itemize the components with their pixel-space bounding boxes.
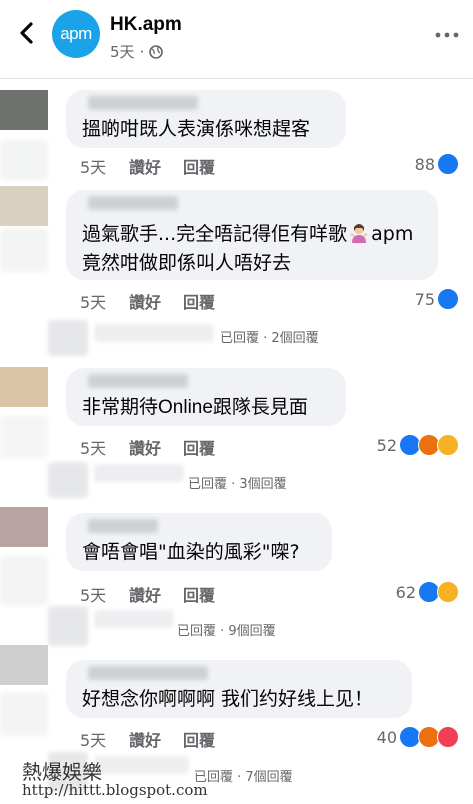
comment-bubble: 搵啲咁既人表演係咪想趕客 <box>66 90 346 148</box>
reaction-summary[interactable]: 88 <box>415 153 459 175</box>
haha-reaction-icon <box>437 581 459 603</box>
commenter-name-blurred[interactable] <box>88 666 208 680</box>
commenter-avatar[interactable] <box>0 367 48 407</box>
comment-text: 過氣歌手...完全唔記得佢有咩歌 apm 竟然咁做即係叫人唔好去 <box>82 220 413 278</box>
page-avatar[interactable]: apm <box>52 10 100 58</box>
blurred-reply-name <box>94 324 214 342</box>
commenter-name-blurred[interactable] <box>88 374 188 388</box>
more-horizontal-icon <box>435 32 459 38</box>
comment-time[interactable]: 5天 <box>80 727 129 751</box>
logo-text: apm <box>60 24 92 43</box>
comment-text: 搵啲咁既人表演係咪想趕客 <box>82 118 311 140</box>
replied-summary[interactable]: 已回覆 · 9個回覆 <box>177 620 276 639</box>
comment-text: 好想念你啊啊啊 我们约好线上见！ <box>82 688 374 710</box>
comment-bubble: 非常期待Online跟隊長見面 <box>66 368 346 426</box>
like-button[interactable]: 讚好 <box>129 582 183 606</box>
blurred-reply-avatar <box>48 606 88 646</box>
replied-summary[interactable]: 已回覆 · 7個回覆 <box>194 766 293 785</box>
separator-dot: · <box>139 42 145 61</box>
comment-time[interactable]: 5天 <box>80 289 129 313</box>
reply-button[interactable]: 回覆 <box>183 435 215 459</box>
like-reaction-icon <box>437 153 459 175</box>
commenter-avatar[interactable] <box>0 507 48 547</box>
blurred-reply-avatar <box>48 462 88 498</box>
reaction-count: 52 <box>376 435 397 455</box>
globe-icon <box>149 44 164 59</box>
comment-text: 非常期待Online跟隊長見面 <box>82 397 308 418</box>
reply-button[interactable]: 回覆 <box>183 289 215 313</box>
blurred-reply-name <box>94 464 184 482</box>
reply-button[interactable]: 回覆 <box>183 582 215 606</box>
chevron-left-icon <box>20 22 33 44</box>
comment-actions: 5天 讚好 回覆 <box>80 154 215 178</box>
comment-text-tag[interactable]: apm <box>371 223 413 245</box>
post-header: apm HK.apm 5天 · <box>0 0 473 79</box>
comment-bubble: 好想念你啊啊啊 我们约好线上见！ <box>66 660 412 718</box>
commenter-avatar[interactable] <box>0 186 48 226</box>
blurred-area <box>0 415 48 459</box>
post-meta: 5天 · <box>110 41 164 62</box>
reaction-count: 62 <box>395 582 416 602</box>
reaction-count: 75 <box>414 289 435 309</box>
comment-actions: 5天 讚好 回覆 <box>80 582 215 606</box>
comment-text-line1: 過氣歌手...完全唔記得佢有咩歌 <box>82 223 348 245</box>
blurred-reply-avatar <box>48 320 88 356</box>
commenter-avatar[interactable] <box>0 645 48 685</box>
reply-button[interactable]: 回覆 <box>183 154 215 178</box>
comment-text: 會唔會唱"血染的風彩"㗎? <box>82 541 300 563</box>
replied-summary[interactable]: 已回覆 · 2個回覆 <box>220 327 319 346</box>
blurred-area <box>0 140 48 180</box>
comment-text-line2: 竟然咁做即係叫人唔好去 <box>82 252 292 274</box>
haha-reaction-icon <box>437 434 459 456</box>
comment-bubble: 過氣歌手...完全唔記得佢有咩歌 apm 竟然咁做即係叫人唔好去 <box>66 190 438 280</box>
comment-time[interactable]: 5天 <box>80 435 129 459</box>
commenter-avatar[interactable] <box>0 90 48 130</box>
blurred-area <box>0 556 48 606</box>
like-button[interactable]: 讚好 <box>129 289 183 313</box>
reply-button[interactable]: 回覆 <box>183 727 215 751</box>
back-button[interactable] <box>14 18 40 48</box>
post-time[interactable]: 5天 <box>110 41 135 62</box>
reaction-count: 40 <box>376 727 397 747</box>
comment-time[interactable]: 5天 <box>80 582 129 606</box>
like-reaction-icon <box>437 288 459 310</box>
page-name[interactable]: HK.apm <box>110 14 182 36</box>
comment-bubble: 會唔會唱"血染的風彩"㗎? <box>66 513 332 571</box>
like-button[interactable]: 讚好 <box>129 727 183 751</box>
reaction-count: 88 <box>414 154 435 174</box>
reaction-summary[interactable]: 62 <box>396 581 459 603</box>
commenter-name-blurred[interactable] <box>88 96 198 110</box>
reaction-summary[interactable]: 75 <box>415 288 459 310</box>
reaction-summary[interactable]: 40 <box>377 726 459 748</box>
comment-actions: 5天 讚好 回覆 <box>80 435 215 459</box>
comment-actions: 5天 讚好 回覆 <box>80 289 215 313</box>
blurred-area <box>0 692 48 736</box>
like-button[interactable]: 讚好 <box>129 435 183 459</box>
comment-time[interactable]: 5天 <box>80 154 129 178</box>
comment-actions: 5天 讚好 回覆 <box>80 727 215 751</box>
blurred-area <box>0 228 48 272</box>
reaction-summary[interactable]: 52 <box>377 434 459 456</box>
watermark-url: http://hittt.blogspot.com <box>22 781 208 799</box>
like-button[interactable]: 讚好 <box>129 154 183 178</box>
blurred-reply-name <box>94 756 189 774</box>
commenter-name-blurred[interactable] <box>88 196 178 210</box>
heart-reaction-icon <box>437 726 459 748</box>
commenter-name-blurred[interactable] <box>88 519 158 533</box>
more-options-button[interactable] <box>435 20 459 45</box>
replied-summary[interactable]: 已回覆 · 3個回覆 <box>188 473 287 492</box>
blurred-reply-name <box>94 610 174 628</box>
person-shrugging-icon <box>349 222 369 244</box>
